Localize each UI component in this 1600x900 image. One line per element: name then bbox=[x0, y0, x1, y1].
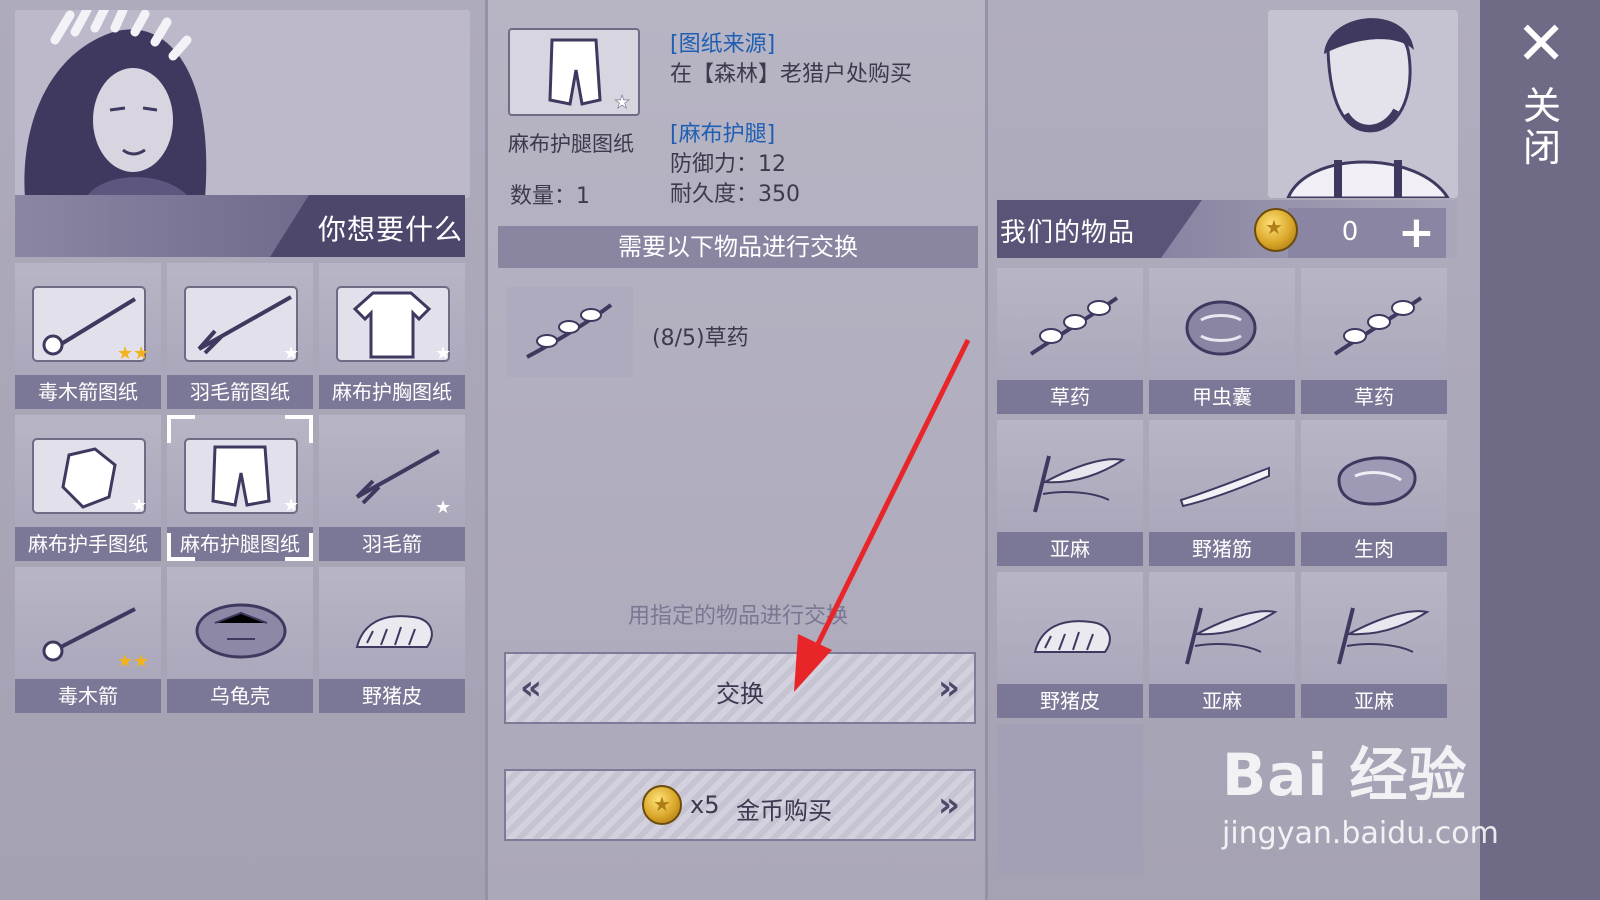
item-label: 亚麻 bbox=[997, 532, 1143, 566]
item-label: 草药 bbox=[1301, 380, 1447, 414]
item-slot[interactable]: ★ 羽毛箭 bbox=[319, 415, 465, 561]
item-slot[interactable]: ★★ 毒木箭图纸 bbox=[15, 263, 161, 409]
trader-portrait bbox=[15, 10, 470, 198]
selection-corner bbox=[167, 533, 195, 561]
item-label: 生肉 bbox=[1301, 532, 1447, 566]
flax-icon bbox=[1337, 607, 1430, 665]
item-label: 甲虫囊 bbox=[1149, 380, 1295, 414]
item-label: 麻布护手图纸 bbox=[15, 527, 161, 561]
item-label: 羽毛箭图纸 bbox=[167, 375, 313, 409]
inventory-slot-empty[interactable] bbox=[997, 724, 1143, 874]
blueprint-name: 麻布护腿图纸 bbox=[508, 132, 634, 156]
svg-text:★: ★ bbox=[435, 497, 451, 518]
source-text: 在【森林】老猎户处购买 bbox=[670, 62, 913, 87]
chevron-right-icon: » bbox=[938, 785, 960, 825]
buy-count: x5 bbox=[690, 791, 720, 819]
item-label: 野猪筋 bbox=[1149, 532, 1295, 566]
flax-icon bbox=[1033, 455, 1126, 513]
item-slot[interactable]: ★ 麻布护手图纸 bbox=[15, 415, 161, 561]
our-items-title: 我们的物品 bbox=[1000, 218, 1136, 248]
linen-chest-blueprint-icon: ★ bbox=[336, 286, 451, 364]
inventory-slot[interactable]: 生肉 bbox=[1301, 420, 1447, 566]
beetle-sac-icon bbox=[1185, 300, 1257, 356]
boar-hide-icon bbox=[355, 615, 433, 648]
inventory-slot[interactable]: 草药 bbox=[997, 268, 1143, 414]
svg-text:★: ★ bbox=[283, 495, 299, 516]
inventory-slot[interactable]: 亚麻 bbox=[1149, 572, 1295, 718]
svg-text:★: ★ bbox=[435, 343, 451, 364]
player-portrait bbox=[1268, 10, 1458, 198]
flax-icon bbox=[1185, 607, 1278, 665]
watermark-brand: Bai 经验 bbox=[1222, 741, 1468, 809]
inventory-slot[interactable]: 亚麻 bbox=[997, 420, 1143, 566]
svg-text:★★: ★★ bbox=[117, 651, 149, 672]
turtle-shell-icon bbox=[195, 603, 287, 659]
item-slot[interactable]: 乌龟壳 bbox=[167, 567, 313, 713]
exchange-header: 需要以下物品进行交换 bbox=[498, 226, 978, 268]
feather-arrow-icon: ★ bbox=[355, 449, 451, 518]
selection-corner bbox=[285, 415, 313, 443]
quantity-text: 数量：1 bbox=[510, 184, 590, 209]
item-slot[interactable]: ★★ 毒木箭 bbox=[15, 567, 161, 713]
durability-stat: 耐久度：350 bbox=[670, 182, 800, 207]
defense-stat: 防御力：12 bbox=[670, 152, 786, 177]
inventory-slot[interactable]: 野猪皮 bbox=[997, 572, 1143, 718]
poison-arrow-blueprint-icon: ★★ bbox=[32, 286, 149, 364]
item-label: 羽毛箭 bbox=[319, 527, 465, 561]
item-slot[interactable]: 野猪皮 bbox=[319, 567, 465, 713]
inventory-slot[interactable]: 草药 bbox=[1301, 268, 1447, 414]
item-label: 草药 bbox=[997, 380, 1143, 414]
poison-arrow-icon: ★★ bbox=[42, 607, 149, 672]
inventory-slot[interactable]: 野猪筋 bbox=[1149, 420, 1295, 566]
close-button-label[interactable]: 关闭 bbox=[1520, 85, 1564, 169]
svg-text:★: ★ bbox=[131, 495, 147, 516]
item-label: 毒木箭图纸 bbox=[15, 375, 161, 409]
gold-coin-icon bbox=[1254, 208, 1298, 252]
item-label: 麻布护胸图纸 bbox=[319, 375, 465, 409]
requirement-text: (8/5)草药 bbox=[652, 326, 749, 351]
item-label: 毒木箭 bbox=[15, 679, 161, 713]
selection-corner bbox=[285, 533, 313, 561]
svg-text:★★: ★★ bbox=[117, 343, 149, 364]
herb-icon bbox=[1333, 296, 1423, 356]
boar-hide-icon bbox=[1033, 620, 1111, 653]
add-coins-button[interactable]: + bbox=[1398, 208, 1435, 258]
svg-text:★: ★ bbox=[283, 343, 299, 364]
buy-label: 金币购买 bbox=[736, 797, 832, 825]
required-item-slot bbox=[507, 287, 633, 377]
product-title: [麻布护腿] bbox=[670, 122, 776, 147]
item-label: 野猪皮 bbox=[997, 684, 1143, 718]
coin-count: 0 bbox=[1341, 217, 1359, 247]
baidu-watermark: Bai 经验 jingyan.baidu.com bbox=[1222, 728, 1499, 851]
herb-icon bbox=[526, 303, 613, 359]
item-label: 亚麻 bbox=[1301, 684, 1447, 718]
annotation-arrow bbox=[794, 338, 971, 692]
watermark-url: jingyan.baidu.com bbox=[1222, 816, 1499, 851]
gold-coin-icon bbox=[642, 785, 682, 825]
raw-meat-icon bbox=[1337, 456, 1417, 506]
item-label: 乌龟壳 bbox=[167, 679, 313, 713]
close-icon[interactable]: ✕ bbox=[1516, 14, 1566, 74]
item-label: 亚麻 bbox=[1149, 684, 1295, 718]
inventory-slot[interactable]: 亚麻 bbox=[1301, 572, 1447, 718]
boar-tendon-icon bbox=[1179, 466, 1270, 508]
blueprint-preview: ★ bbox=[508, 28, 640, 116]
item-slot[interactable]: ★ 麻布护胸图纸 bbox=[319, 263, 465, 409]
herb-icon bbox=[1029, 296, 1119, 356]
svg-text:★: ★ bbox=[614, 92, 630, 113]
selection-corner bbox=[167, 415, 195, 443]
item-slot[interactable]: ★ 羽毛箭图纸 bbox=[167, 263, 313, 409]
wants-title: 你想要什么 bbox=[318, 213, 464, 246]
coin-buy-button[interactable]: x5 金币购买 » bbox=[504, 769, 976, 841]
source-title: [图纸来源] bbox=[670, 32, 776, 57]
item-label: 野猪皮 bbox=[319, 679, 465, 713]
linen-gloves-blueprint-icon: ★ bbox=[32, 438, 147, 516]
inventory-slot[interactable]: 甲虫囊 bbox=[1149, 268, 1295, 414]
feather-arrow-blueprint-icon: ★ bbox=[184, 286, 299, 364]
